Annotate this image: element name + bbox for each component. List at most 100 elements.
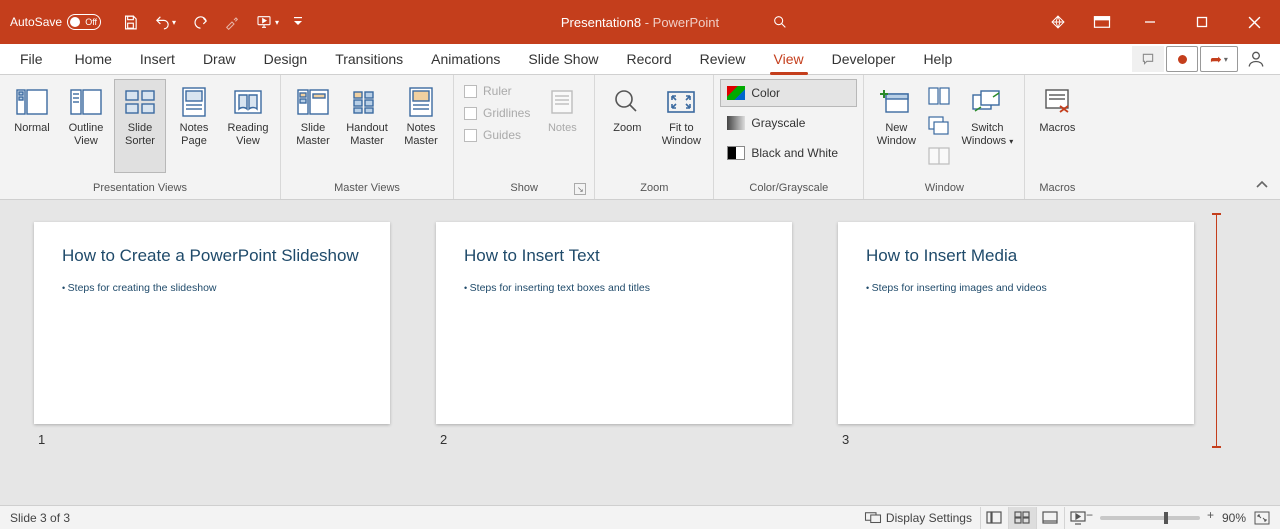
qat-customize-icon[interactable] [291, 11, 305, 33]
slide-number: 3 [838, 432, 1194, 447]
diamond-icon[interactable] [1036, 0, 1080, 44]
slide-title: How to Insert Text [464, 246, 764, 266]
notes-button: Notes [536, 79, 588, 173]
start-from-beginning-icon[interactable]: ▾ [253, 11, 281, 33]
undo-icon[interactable]: ▾ [151, 11, 179, 33]
tab-draw[interactable]: Draw [189, 45, 250, 74]
eyedropper-icon[interactable] [221, 11, 243, 33]
normal-view-icon[interactable] [980, 507, 1008, 529]
display-settings-button[interactable]: Display Settings [864, 511, 972, 525]
reading-view-icon[interactable] [1036, 507, 1064, 529]
zoom-slider[interactable] [1100, 516, 1200, 520]
group-label: Show↘ [460, 182, 588, 197]
grayscale-swatch-icon [727, 116, 745, 130]
group-zoom: Zoom Fit to Window Zoom [595, 75, 714, 199]
ribbon-tabs: File Home Insert Draw Design Transitions… [0, 44, 1280, 75]
handout-master-button[interactable]: Handout Master [341, 79, 393, 173]
collapse-ribbon-icon[interactable] [1252, 175, 1272, 195]
slide-counter: Slide 3 of 3 [10, 511, 70, 525]
slide-bullet: Steps for inserting images and videos [866, 282, 1166, 294]
guides-checkbox: Guides [460, 125, 534, 145]
macros-icon [1041, 86, 1073, 118]
ruler-checkbox: Ruler [460, 81, 534, 101]
slide-master-icon [297, 86, 329, 118]
redo-icon[interactable] [189, 11, 211, 33]
maximize-button[interactable] [1176, 0, 1228, 44]
tab-review[interactable]: Review [686, 45, 760, 74]
slide-sorter-button[interactable]: Slide Sorter [114, 79, 166, 173]
tab-view[interactable]: View [760, 45, 818, 74]
tab-help[interactable]: Help [909, 45, 966, 74]
new-window-icon [880, 86, 912, 118]
ribbon: Normal Outline View Slide Sorter Notes P… [0, 75, 1280, 200]
toggle-off-icon: Off [67, 14, 101, 30]
color-button[interactable]: Color [720, 79, 857, 107]
group-label: Window [870, 182, 1018, 197]
chevron-down-icon: ▾ [1009, 137, 1013, 146]
fit-to-window-icon[interactable] [1254, 511, 1270, 525]
notes-master-button[interactable]: Notes Master [395, 79, 447, 173]
outline-view-button[interactable]: Outline View [60, 79, 112, 173]
normal-view-button[interactable]: Normal [6, 79, 58, 173]
slide-thumb-3[interactable]: How to Insert Media Steps for inserting … [838, 222, 1194, 447]
notes-page-button[interactable]: Notes Page [168, 79, 220, 173]
window-controls [1036, 0, 1280, 44]
zoom-thumb[interactable] [1164, 512, 1168, 524]
move-split-button[interactable] [924, 141, 954, 171]
handout-master-icon [351, 86, 383, 118]
arrange-all-button[interactable] [924, 81, 954, 111]
new-window-button[interactable]: New Window [870, 79, 922, 173]
checkbox-icon [464, 129, 477, 142]
close-button[interactable] [1228, 0, 1280, 44]
zoom-percent[interactable]: 90% [1222, 511, 1246, 525]
slide-sorter-pane[interactable]: How to Create a PowerPoint Slideshow Ste… [0, 200, 1280, 505]
tab-developer[interactable]: Developer [818, 45, 910, 74]
bw-swatch-icon [727, 146, 745, 160]
tab-transitions[interactable]: Transitions [321, 45, 417, 74]
group-label: Color/Grayscale [720, 182, 857, 197]
tab-design[interactable]: Design [250, 45, 322, 74]
checkbox-icon [464, 107, 477, 120]
slide-bullet: Steps for inserting text boxes and title… [464, 282, 764, 294]
tab-animations[interactable]: Animations [417, 45, 514, 74]
tab-file[interactable]: File [14, 45, 61, 74]
sorter-view-icon[interactable] [1008, 507, 1036, 529]
switch-windows-icon [971, 86, 1003, 118]
insertion-cursor [1215, 202, 1217, 459]
save-icon[interactable] [119, 11, 141, 33]
record-button[interactable] [1166, 46, 1198, 72]
slide-title: How to Insert Media [866, 246, 1166, 266]
macros-button[interactable]: Macros [1031, 79, 1083, 173]
reading-view-button[interactable]: Reading View [222, 79, 274, 173]
comments-button[interactable] [1132, 46, 1164, 72]
switch-windows-button[interactable]: Switch Windows ▾ [956, 79, 1018, 173]
search-icon[interactable] [770, 12, 790, 32]
slide-thumb-1[interactable]: How to Create a PowerPoint Slideshow Ste… [34, 222, 390, 447]
minimize-button[interactable] [1124, 0, 1176, 44]
zoom-button[interactable]: Zoom [601, 79, 653, 173]
group-label: Macros [1031, 182, 1083, 197]
slide-number: 1 [34, 432, 390, 447]
window-title: Presentation8 - PowerPoint [561, 15, 719, 30]
slide-thumb-2[interactable]: How to Insert Text Steps for inserting t… [436, 222, 792, 447]
gridlines-checkbox: Gridlines [460, 103, 534, 123]
slide-master-button[interactable]: Slide Master [287, 79, 339, 173]
tab-slideshow[interactable]: Slide Show [514, 45, 612, 74]
black-white-button[interactable]: Black and White [720, 139, 857, 167]
account-icon[interactable] [1240, 46, 1272, 72]
autosave-toggle[interactable]: AutoSave Off [10, 14, 101, 30]
zoom-icon [611, 86, 643, 118]
tab-record[interactable]: Record [612, 45, 685, 74]
group-color-grayscale: Color Grayscale Black and White Color/Gr… [714, 75, 864, 199]
dialog-launcher-icon[interactable]: ↘ [574, 183, 586, 195]
tab-insert[interactable]: Insert [126, 45, 189, 74]
fit-to-window-button[interactable]: Fit to Window [655, 79, 707, 173]
cascade-button[interactable] [924, 111, 954, 141]
tab-home[interactable]: Home [61, 45, 126, 74]
notes-master-icon [405, 86, 437, 118]
slide-title: How to Create a PowerPoint Slideshow [62, 246, 362, 266]
grayscale-button[interactable]: Grayscale [720, 109, 857, 137]
slide-number: 2 [436, 432, 792, 447]
share-button[interactable]: ➦▾ [1200, 46, 1238, 72]
ribbon-mode-icon[interactable] [1080, 0, 1124, 44]
